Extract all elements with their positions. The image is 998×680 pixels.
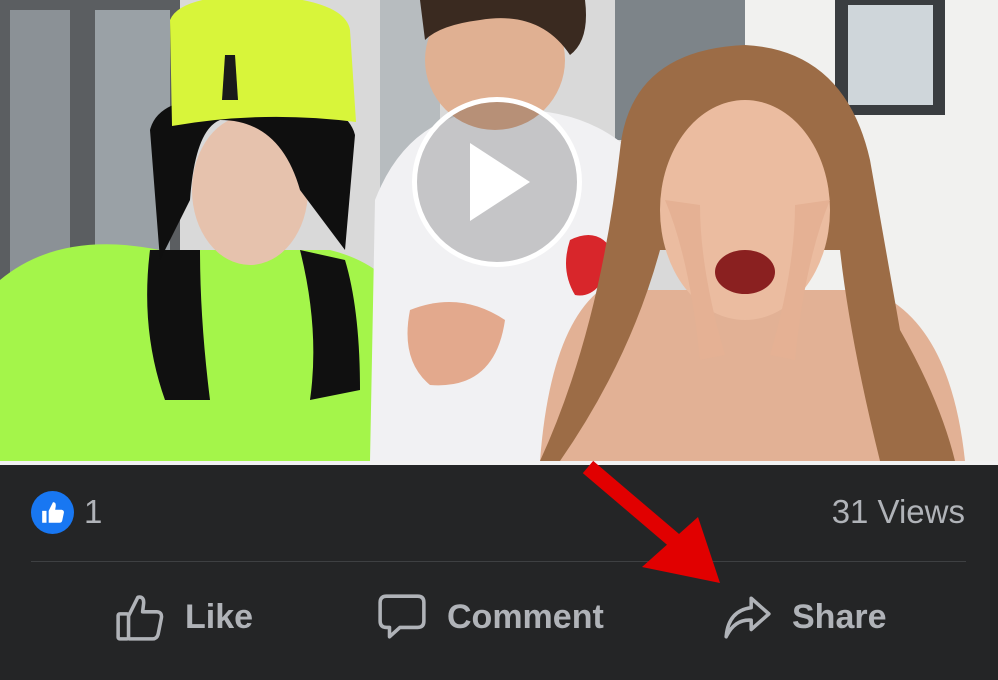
video-thumbnail[interactable] bbox=[0, 0, 998, 461]
like-button[interactable]: Like bbox=[115, 562, 253, 672]
comment-label: Comment bbox=[447, 597, 604, 636]
reaction-stats-row: 1 31 Views bbox=[0, 465, 998, 560]
play-button[interactable] bbox=[412, 97, 582, 267]
annotation-arrow bbox=[582, 460, 720, 583]
share-label: Share bbox=[792, 597, 887, 636]
comment-bubble-icon bbox=[378, 594, 426, 639]
play-icon bbox=[470, 143, 530, 221]
view-count: 31 Views bbox=[831, 493, 965, 530]
like-count[interactable]: 1 bbox=[84, 492, 102, 532]
like-label: Like bbox=[185, 597, 254, 636]
thumbs-up-outline-icon bbox=[116, 595, 164, 641]
share-button[interactable]: Share bbox=[722, 562, 887, 672]
post-actions-bar: Like Comment Share bbox=[0, 562, 998, 680]
thumbs-up-icon[interactable] bbox=[31, 491, 74, 534]
share-arrow-icon bbox=[724, 596, 771, 639]
